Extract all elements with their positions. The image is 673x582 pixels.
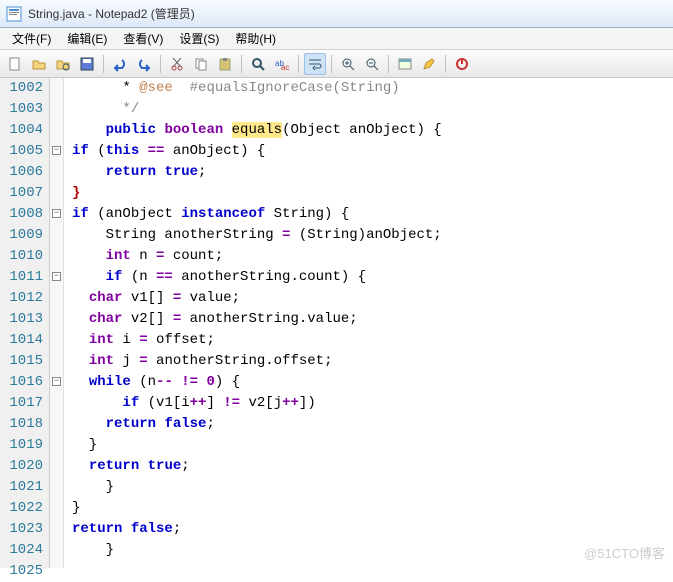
zoomin-icon[interactable] <box>337 53 359 75</box>
code-line[interactable]: if (this == anObject) { <box>72 141 673 162</box>
titlebar: String.java - Notepad2 (管理员) <box>0 0 673 28</box>
line-number: 1007 <box>0 183 43 204</box>
code-line[interactable]: int j = anotherString.offset; <box>72 351 673 372</box>
separator <box>445 55 446 73</box>
line-number: 1024 <box>0 540 43 561</box>
code-line[interactable]: int i = offset; <box>72 330 673 351</box>
code-line[interactable]: return false; <box>72 519 673 540</box>
line-number: 1023 <box>0 519 43 540</box>
code-line[interactable]: char v1[] = value; <box>72 288 673 309</box>
cut-icon[interactable] <box>166 53 188 75</box>
line-gutter: 1002100310041005100610071008100910101011… <box>0 78 50 568</box>
menu-edit[interactable]: 编辑(E) <box>59 28 115 49</box>
menu-settings[interactable]: 设置(S) <box>171 28 227 49</box>
app-icon <box>6 6 22 22</box>
browse-icon[interactable] <box>52 53 74 75</box>
line-number: 1016 <box>0 372 43 393</box>
line-number: 1008 <box>0 204 43 225</box>
line-number: 1015 <box>0 351 43 372</box>
window-title: String.java - Notepad2 (管理员) <box>28 5 195 22</box>
fold-column: − − − − <box>50 78 64 568</box>
line-number: 1022 <box>0 498 43 519</box>
redo-icon[interactable] <box>133 53 155 75</box>
line-number: 1004 <box>0 120 43 141</box>
code-line[interactable]: public boolean equals(Object anObject) { <box>72 120 673 141</box>
code-line[interactable]: char v2[] = anotherString.value; <box>72 309 673 330</box>
code-line[interactable]: * @see #equalsIgnoreCase(String) <box>72 78 673 99</box>
fold-toggle-icon[interactable]: − <box>52 146 61 155</box>
code-line[interactable]: String anotherString = (String)anObject; <box>72 225 673 246</box>
open-icon[interactable] <box>28 53 50 75</box>
menu-help[interactable]: 帮助(H) <box>227 28 284 49</box>
line-number: 1020 <box>0 456 43 477</box>
line-number: 1017 <box>0 393 43 414</box>
code-line[interactable]: return true; <box>72 456 673 477</box>
save-icon[interactable] <box>76 53 98 75</box>
zoomout-icon[interactable] <box>361 53 383 75</box>
code-line[interactable]: if (n == anotherString.count) { <box>72 267 673 288</box>
customize-icon[interactable] <box>418 53 440 75</box>
line-number: 1011 <box>0 267 43 288</box>
line-number: 1021 <box>0 477 43 498</box>
separator <box>160 55 161 73</box>
undo-icon[interactable] <box>109 53 131 75</box>
code-line[interactable]: } <box>72 498 673 519</box>
separator <box>103 55 104 73</box>
code-line[interactable]: return false; <box>72 414 673 435</box>
watermark: @51CTO博客 <box>584 543 665 562</box>
line-number: 1014 <box>0 330 43 351</box>
menu-view[interactable]: 查看(V) <box>115 28 171 49</box>
fold-toggle-icon[interactable]: − <box>52 272 61 281</box>
separator <box>298 55 299 73</box>
line-number: 1018 <box>0 414 43 435</box>
separator <box>388 55 389 73</box>
code-area[interactable]: * @see #equalsIgnoreCase(String) */ publ… <box>64 78 673 568</box>
fold-toggle-icon[interactable]: − <box>52 377 61 386</box>
line-number: 1012 <box>0 288 43 309</box>
exit-icon[interactable] <box>451 53 473 75</box>
code-line[interactable]: */ <box>72 99 673 120</box>
new-icon[interactable] <box>4 53 26 75</box>
line-number: 1025 <box>0 561 43 582</box>
code-line[interactable]: int n = count; <box>72 246 673 267</box>
copy-icon[interactable] <box>190 53 212 75</box>
line-number: 1010 <box>0 246 43 267</box>
svg-text:ac: ac <box>281 63 289 72</box>
code-line[interactable]: if (anObject instanceof String) { <box>72 204 673 225</box>
line-number: 1019 <box>0 435 43 456</box>
menubar: 文件(F) 编辑(E) 查看(V) 设置(S) 帮助(H) <box>0 28 673 50</box>
code-line[interactable]: } <box>72 477 673 498</box>
code-line[interactable]: } <box>72 183 673 204</box>
code-line[interactable]: if (v1[i++] != v2[j++]) <box>72 393 673 414</box>
line-number: 1005 <box>0 141 43 162</box>
line-number: 1003 <box>0 99 43 120</box>
line-number: 1006 <box>0 162 43 183</box>
code-line[interactable]: } <box>72 435 673 456</box>
separator <box>331 55 332 73</box>
line-number: 1013 <box>0 309 43 330</box>
code-line[interactable]: while (n-- != 0) { <box>72 372 673 393</box>
code-line[interactable]: } <box>72 540 673 561</box>
line-number: 1002 <box>0 78 43 99</box>
editor[interactable]: 1002100310041005100610071008100910101011… <box>0 78 673 568</box>
paste-icon[interactable] <box>214 53 236 75</box>
replace-icon[interactable]: abac <box>271 53 293 75</box>
separator <box>241 55 242 73</box>
scheme-icon[interactable] <box>394 53 416 75</box>
line-number: 1009 <box>0 225 43 246</box>
find-icon[interactable] <box>247 53 269 75</box>
code-line[interactable]: return true; <box>72 162 673 183</box>
toolbar: abac <box>0 50 673 78</box>
menu-file[interactable]: 文件(F) <box>4 28 59 49</box>
fold-toggle-icon[interactable]: − <box>52 209 61 218</box>
wordwrap-icon[interactable] <box>304 53 326 75</box>
code-line[interactable] <box>72 561 673 582</box>
